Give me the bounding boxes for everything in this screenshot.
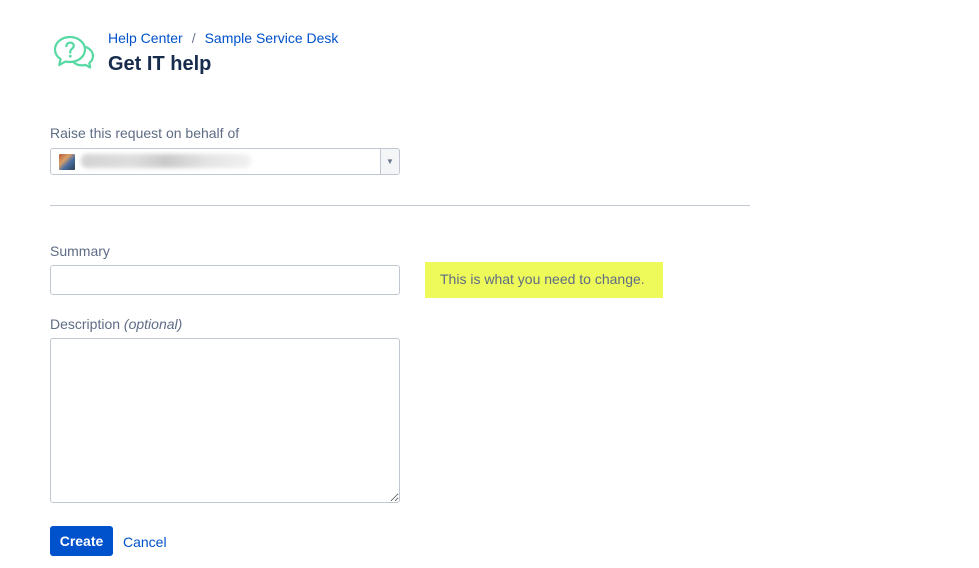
behalf-user-select[interactable]: ▼ bbox=[50, 148, 400, 175]
annotation-note: This is what you need to change. bbox=[425, 262, 663, 298]
breadcrumb-separator: / bbox=[191, 30, 196, 46]
breadcrumb-sample-service-desk[interactable]: Sample Service Desk bbox=[205, 30, 339, 46]
behalf-selected-user bbox=[81, 154, 251, 168]
create-button[interactable]: Create bbox=[50, 526, 113, 556]
description-label: Description (optional) bbox=[50, 315, 182, 333]
help-chat-bubbles-icon bbox=[53, 35, 95, 69]
section-divider bbox=[50, 205, 750, 206]
cancel-link[interactable]: Cancel bbox=[123, 533, 167, 551]
summary-label: Summary bbox=[50, 243, 110, 259]
triangle-down-icon[interactable]: ▼ bbox=[380, 149, 399, 174]
description-label-text: Description bbox=[50, 316, 121, 332]
summary-input[interactable] bbox=[50, 265, 400, 295]
request-form-page: Help Center / Sample Service Desk Get IT h… bbox=[0, 0, 979, 568]
page-title: Get IT help bbox=[108, 53, 212, 75]
breadcrumb: Help Center / Sample Service Desk bbox=[108, 29, 338, 47]
behalf-label: Raise this request on behalf of bbox=[50, 125, 240, 141]
user-avatar bbox=[59, 154, 75, 170]
description-textarea[interactable] bbox=[50, 338, 400, 503]
breadcrumb-help-center[interactable]: Help Center bbox=[108, 30, 183, 46]
optional-hint: (optional) bbox=[123, 316, 183, 332]
